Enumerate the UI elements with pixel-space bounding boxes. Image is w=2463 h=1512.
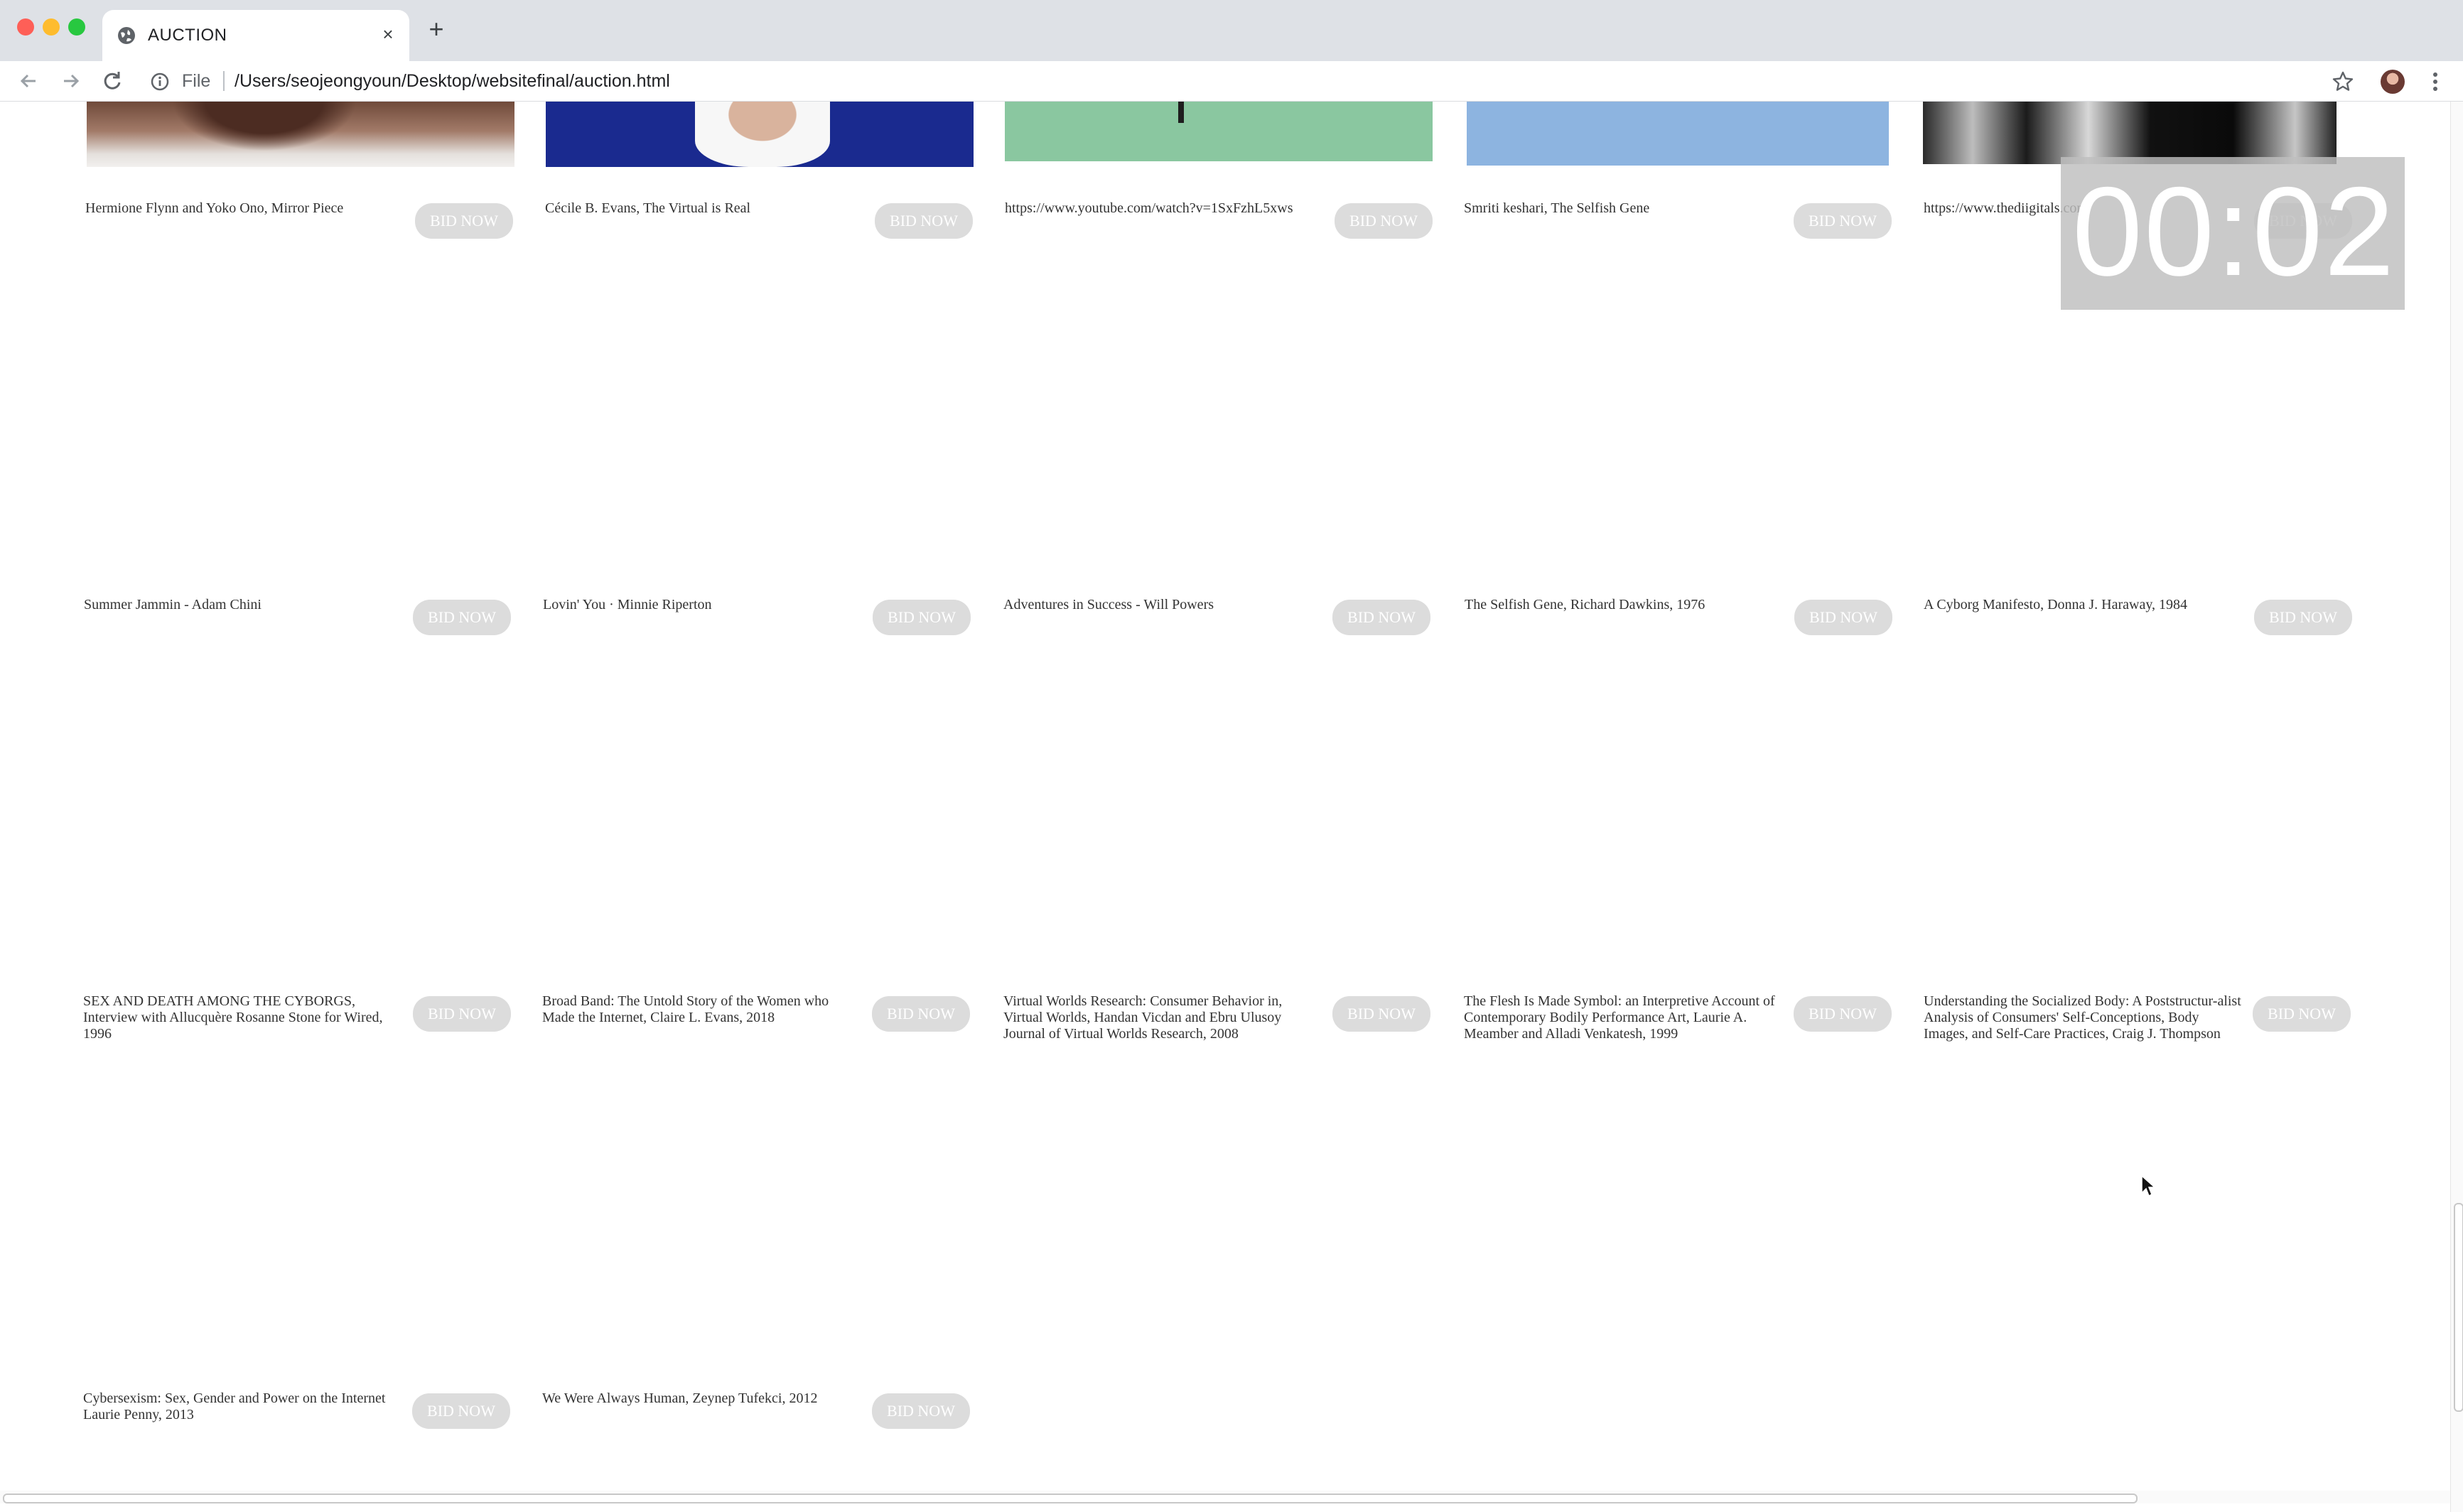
artwork-thumbnail[interactable] (87, 102, 514, 167)
forward-button[interactable] (58, 68, 84, 94)
bid-now-button[interactable]: BID NOW (413, 996, 511, 1032)
browser-title-bar: AUCTION × + (0, 0, 2463, 61)
item-title: SEX AND DEATH AMONG THE CYBORGS, Intervi… (83, 993, 383, 1042)
tab-close-icon[interactable]: × (377, 23, 399, 45)
item-title: Lovin' You · Minnie Riperton (543, 597, 712, 612)
bid-now-button[interactable]: BID NOW (872, 1393, 970, 1429)
reload-button[interactable] (99, 68, 125, 94)
bid-now-button[interactable]: BID NOW (1332, 996, 1430, 1032)
globe-icon (118, 27, 135, 44)
item-title: Adventures in Success - Will Powers (1003, 597, 1214, 612)
tab-title: AUCTION (148, 26, 227, 45)
bid-now-button[interactable]: BID NOW (1335, 203, 1433, 239)
info-icon[interactable] (151, 72, 169, 91)
horizontal-scrollbar-thumb[interactable] (3, 1494, 2138, 1503)
item-title: Smriti keshari, The Selfish Gene (1464, 200, 1650, 216)
bookmark-star-icon[interactable] (2331, 70, 2355, 94)
url-separator (223, 71, 225, 91)
item-title: Cybersexism: Sex, Gender and Power on th… (83, 1390, 386, 1422)
vertical-scrollbar[interactable] (2450, 102, 2463, 1512)
item-title: A Cyborg Manifesto, Donna J. Haraway, 19… (1924, 597, 2188, 612)
bid-now-button[interactable]: BID NOW (1332, 600, 1430, 635)
profile-avatar[interactable] (2381, 70, 2405, 94)
item-title: https://www.youtube.com/watch?v=1SxFzhL5… (1005, 200, 1293, 216)
bid-now-button[interactable]: BID NOW (2254, 600, 2352, 635)
reload-icon (104, 72, 121, 90)
item-title: Virtual Worlds Research: Consumer Behavi… (1003, 993, 1283, 1042)
browser-toolbar: File /Users/seojeongyoun/Desktop/website… (0, 61, 2463, 102)
bid-now-button[interactable]: BID NOW (1794, 203, 1892, 239)
arrow-left-icon (20, 74, 36, 88)
back-button[interactable] (16, 68, 41, 94)
artwork-thumbnail[interactable] (1005, 102, 1433, 161)
bid-now-button[interactable]: BID NOW (2253, 996, 2351, 1032)
page-viewport: Hermione Flynn and Yoko Ono, Mirror Piec… (0, 102, 2463, 1512)
close-window-button[interactable] (17, 18, 34, 36)
bid-now-button[interactable]: BID NOW (1794, 600, 1892, 635)
item-title: Cécile B. Evans, The Virtual is Real (545, 200, 751, 216)
countdown-timer: 00:02 (2061, 157, 2405, 310)
browser-tab[interactable]: AUCTION × (102, 10, 409, 61)
item-title: We Were Always Human, Zeynep Tufekci, 20… (542, 1390, 818, 1406)
mouse-cursor-icon (2141, 1174, 2156, 1197)
item-title: Broad Band: The Untold Story of the Wome… (542, 993, 829, 1025)
horizontal-scrollbar[interactable] (0, 1491, 2450, 1503)
vertical-scrollbar-thumb[interactable] (2454, 1203, 2463, 1412)
more-vert-icon[interactable] (2425, 70, 2446, 94)
bid-now-button[interactable]: BID NOW (1794, 996, 1892, 1032)
artwork-thumbnail[interactable] (1923, 102, 2337, 164)
maximize-window-button[interactable] (68, 18, 85, 36)
artwork-thumbnail[interactable] (546, 102, 974, 167)
bid-now-button[interactable]: BID NOW (873, 600, 971, 635)
arrow-right-icon (64, 74, 80, 88)
file-scheme-label: File (182, 71, 211, 91)
new-tab-button[interactable]: + (424, 16, 449, 43)
minimize-window-button[interactable] (43, 18, 60, 36)
bid-now-button[interactable]: BID NOW (875, 203, 973, 239)
countdown-timer-text: 00:02 (2072, 161, 2396, 302)
item-title: Understanding the Socialized Body: A Pos… (1924, 993, 2241, 1042)
address-bar[interactable]: /Users/seojeongyoun/Desktop/websitefinal… (235, 71, 670, 92)
item-title: Hermione Flynn and Yoko Ono, Mirror Piec… (85, 200, 344, 216)
artwork-thumbnail[interactable] (1467, 102, 1889, 166)
bid-now-button[interactable]: BID NOW (412, 1393, 510, 1429)
item-title: The Flesh Is Made Symbol: an Interpretiv… (1464, 993, 1775, 1042)
item-title: The Selfish Gene, Richard Dawkins, 1976 (1465, 597, 1705, 612)
item-title: Summer Jammin - Adam Chini (84, 597, 262, 612)
bid-now-button[interactable]: BID NOW (872, 996, 970, 1032)
bid-now-button[interactable]: BID NOW (415, 203, 513, 239)
bid-now-button[interactable]: BID NOW (413, 600, 511, 635)
